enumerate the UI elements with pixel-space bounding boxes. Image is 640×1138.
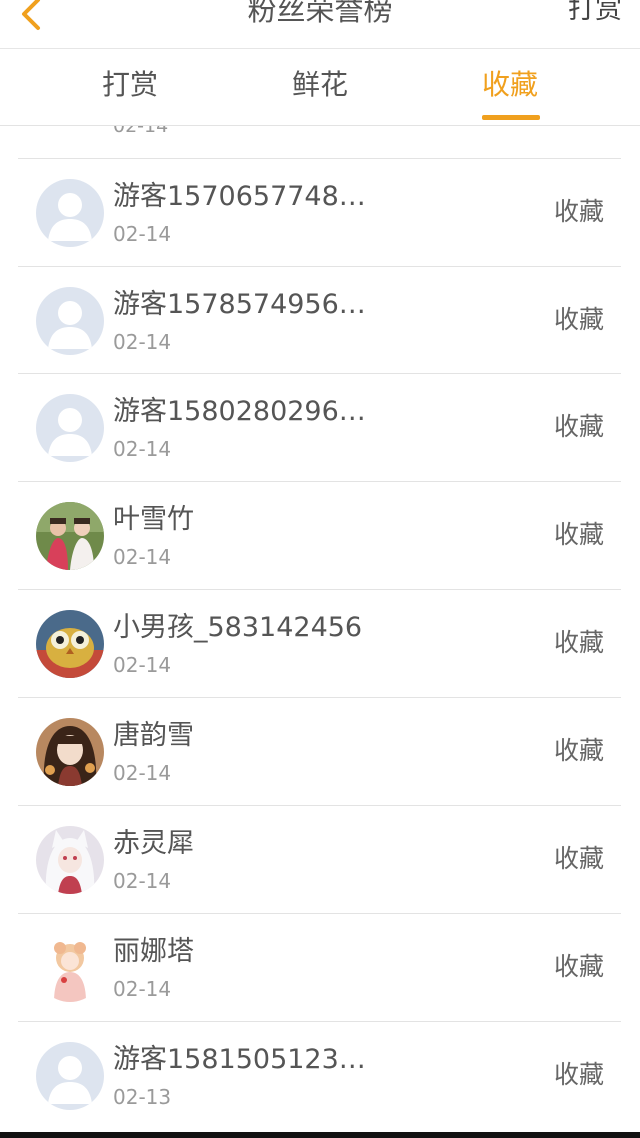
reward-button[interactable]: 打赏: [568, 0, 622, 32]
favorite-label: 收藏: [553, 628, 604, 657]
favorite-label: 收藏: [553, 736, 604, 765]
photo-avatar: [36, 826, 104, 894]
favorite-label: 收藏: [553, 412, 604, 441]
user-name: 唐韵雪: [113, 720, 194, 751]
list-item-date: 02-14: [113, 869, 172, 893]
favorite-label: 收藏: [553, 1060, 604, 1089]
user-name: 丽娜塔: [113, 936, 194, 967]
page-title: 粉丝荣誉榜: [247, 0, 393, 27]
list-item[interactable]: 赤灵犀 02-14 收藏: [0, 806, 640, 914]
list-item[interactable]: 游客1578574956… 02-14 收藏: [0, 267, 640, 375]
default-avatar-icon: [36, 287, 104, 355]
photo-avatar: [36, 502, 104, 570]
favorite-label: 收藏: [553, 844, 604, 873]
list-item[interactable]: 丽娜塔 02-14 收藏: [0, 914, 640, 1022]
default-avatar-icon: [36, 179, 104, 247]
photo-avatar: [36, 718, 104, 786]
top-bar: 粉丝荣誉榜 打赏: [0, 0, 640, 49]
user-name: 游客1580280296…: [113, 396, 366, 427]
tab-reward[interactable]: 打赏: [70, 65, 190, 105]
list-item-date: 02-14: [113, 330, 172, 354]
favorite-label: 收藏: [553, 305, 604, 334]
tab-bar: 打赏 鲜花 收藏: [0, 49, 640, 126]
favorite-label: 收藏: [553, 952, 604, 981]
favorite-label: 收藏: [553, 197, 604, 226]
user-name: 游客1570657748…: [113, 181, 366, 212]
user-name: 赤灵犀: [113, 828, 194, 859]
photo-avatar: [36, 934, 104, 1002]
list-item-date: 02-14: [113, 437, 172, 461]
photo-avatar: [36, 610, 104, 678]
tab-flowers[interactable]: 鲜花: [260, 65, 380, 105]
favorite-label: 收藏: [553, 520, 604, 549]
list-item-date: 02-14: [113, 977, 172, 1001]
default-avatar-icon: [36, 1042, 104, 1110]
list-item[interactable]: 游客1570657748… 02-14 收藏: [0, 159, 640, 267]
default-avatar-icon: [36, 394, 104, 462]
user-name: 叶雪竹: [113, 504, 194, 535]
active-tab-indicator: [482, 115, 540, 120]
list-item-date: 02-13: [113, 1085, 172, 1109]
bottom-edge: [0, 1132, 640, 1138]
list-item-date: 02-14: [113, 545, 172, 569]
list-item-date: 02-14: [113, 761, 172, 785]
list-item-date: 02-14: [113, 653, 172, 677]
list-item[interactable]: 唐韵雪 02-14 收藏: [0, 698, 640, 806]
list-item[interactable]: 叶雪竹 02-14 收藏: [0, 482, 640, 590]
list-item-date: 02-14: [113, 222, 172, 246]
list-item-date: 02-14: [113, 126, 169, 137]
user-name: 小男孩_583142456: [113, 612, 363, 643]
list-item[interactable]: 小男孩_583142456 02-14 收藏: [0, 590, 640, 698]
list-item[interactable]: 游客1580280296… 02-14 收藏: [0, 374, 640, 482]
tab-favorites[interactable]: 收藏: [450, 65, 570, 105]
list-item[interactable]: 游客1581505123… 02-13 收藏: [0, 1022, 640, 1130]
fan-list[interactable]: 02-14 游客1570657748… 02-14 收藏 游客157857495…: [0, 126, 640, 1132]
user-name: 游客1581505123…: [113, 1044, 366, 1075]
user-name: 游客1578574956…: [113, 289, 366, 320]
